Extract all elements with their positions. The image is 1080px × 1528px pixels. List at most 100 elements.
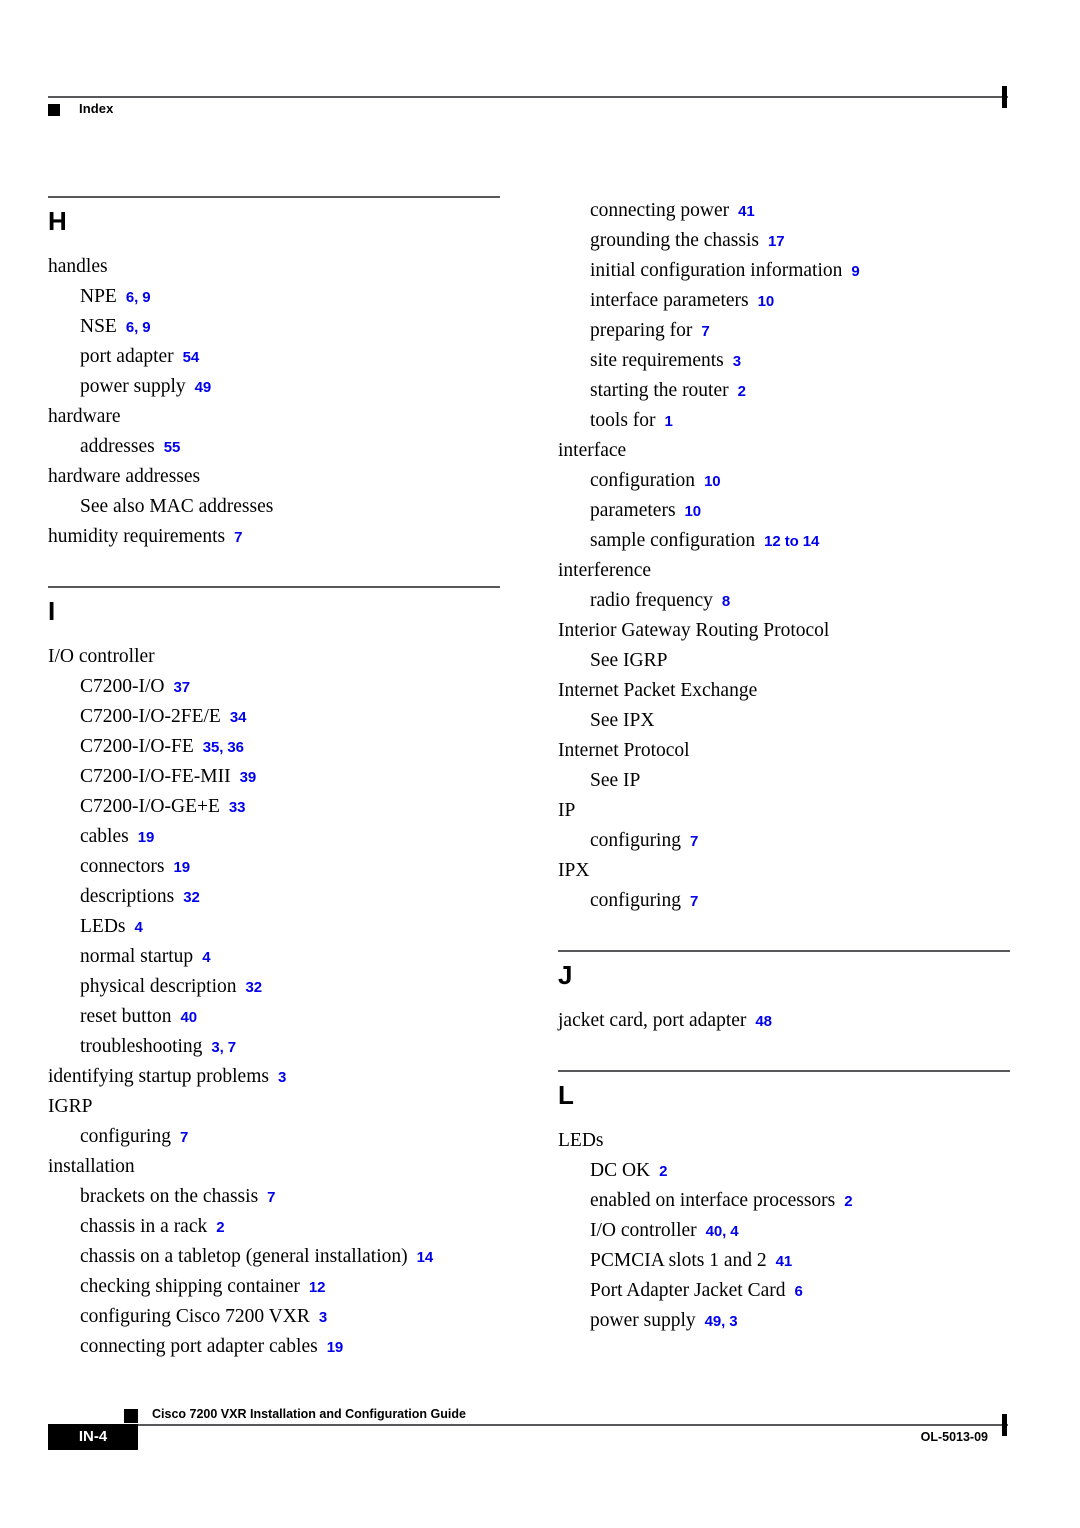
index-entry: NSE 6, 9 <box>48 312 500 342</box>
index-entry-label: NPE <box>80 286 117 307</box>
index-entry-page-numbers[interactable]: 7 <box>258 1189 275 1206</box>
index-entry-label: IPX <box>558 860 590 881</box>
index-entry-page-numbers[interactable]: 37 <box>165 679 191 696</box>
index-entry-page-numbers[interactable]: 2 <box>650 1163 667 1180</box>
index-entry-page-numbers[interactable]: 12 <box>300 1279 326 1296</box>
index-entry-label: NSE <box>80 316 117 337</box>
index-entry-label: Internet Protocol <box>558 740 690 761</box>
index-entry-page-numbers[interactable]: 54 <box>174 349 200 366</box>
index-entry-page-numbers[interactable]: 14 <box>408 1249 434 1266</box>
index-entry-page-numbers[interactable]: 10 <box>676 503 702 520</box>
index-entry-page-numbers[interactable]: 33 <box>220 799 246 816</box>
left-column: Hhandles NPE 6, 9 NSE 6, 9 port adapter 54 powe… <box>48 196 500 1362</box>
index-entry: C7200-I/O 37 <box>48 672 500 702</box>
index-entry-page-numbers[interactable]: 19 <box>129 829 155 846</box>
index-entry-label: power supply <box>590 1310 696 1331</box>
index-entry-page-numbers[interactable]: 19 <box>164 859 190 876</box>
index-entry-page-numbers[interactable]: 4 <box>126 919 143 936</box>
index-entry-label: port adapter <box>80 346 174 367</box>
index-entry-page-numbers[interactable]: 8 <box>713 593 730 610</box>
index-entry-label: grounding the chassis <box>590 230 759 251</box>
index-entry-label: configuring Cisco 7200 VXR <box>80 1306 310 1327</box>
index-entry-page-numbers[interactable]: 3, 7 <box>202 1039 236 1056</box>
letter-heading: I <box>48 596 56 626</box>
index-entry: troubleshooting 3, 7 <box>48 1032 500 1062</box>
index-entry-page-numbers[interactable]: 49, 3 <box>696 1313 738 1330</box>
index-entry-label: starting the router <box>590 380 729 401</box>
index-entry-page-numbers[interactable]: 49 <box>186 379 212 396</box>
index-entry: starting the router 2 <box>558 376 1010 406</box>
index-entry-label: connecting power <box>590 200 730 221</box>
page-header: Index <box>48 86 1008 132</box>
letter-spacer <box>558 1110 1010 1126</box>
index-entry-page-numbers[interactable]: 32 <box>237 979 263 996</box>
index-letter-section-l: L <box>558 1070 1010 1110</box>
index-entry-label: C7200-I/O <box>80 676 165 697</box>
index-entry-page-numbers[interactable]: 3 <box>310 1309 327 1326</box>
index-entry-label: configuring <box>80 1126 171 1147</box>
header-rule <box>48 96 1008 98</box>
index-entry: connecting power 41 <box>558 196 1010 226</box>
footer-rule <box>138 1424 1008 1426</box>
index-entry-page-numbers[interactable]: 3 <box>269 1069 286 1086</box>
index-entry-page-numbers[interactable]: 40 <box>172 1009 198 1026</box>
index-entry: C7200-I/O-2FE/E 34 <box>48 702 500 732</box>
index-entry-page-numbers[interactable]: 35, 36 <box>194 739 244 756</box>
index-entry-page-numbers[interactable]: 40, 4 <box>697 1223 739 1240</box>
index-entry-page-numbers[interactable]: 7 <box>681 893 698 910</box>
index-entry-page-numbers[interactable]: 2 <box>835 1193 852 1210</box>
index-entry-page-numbers[interactable]: 48 <box>746 1013 772 1030</box>
index-entry-page-numbers[interactable]: 6, 9 <box>117 319 151 336</box>
index-entry-page-numbers[interactable]: 6, 9 <box>117 289 151 306</box>
index-entry-page-numbers[interactable]: 7 <box>692 323 709 340</box>
index-entry-page-numbers[interactable]: 7 <box>225 529 242 546</box>
document-id: OL-5013-09 <box>920 1430 988 1444</box>
index-entry-page-numbers[interactable]: 34 <box>221 709 247 726</box>
index-entry-label: humidity requirements <box>48 526 226 547</box>
index-letter-section-j: J <box>558 950 1010 990</box>
index-entry-page-numbers[interactable]: 32 <box>174 889 200 906</box>
index-entry-label: site requirements <box>590 350 724 371</box>
index-entry: LEDs 4 <box>48 912 500 942</box>
index-entry: See IGRP <box>558 646 1010 676</box>
letter-divider-rule <box>558 1070 1010 1072</box>
index-entry: NPE 6, 9 <box>48 282 500 312</box>
index-entry: configuring Cisco 7200 VXR 3 <box>48 1302 500 1332</box>
index-entry-label: enabled on interface processors <box>590 1190 836 1211</box>
index-entry-page-numbers[interactable]: 19 <box>318 1339 344 1356</box>
index-entry-page-numbers[interactable]: 41 <box>767 1253 793 1270</box>
index-entry-page-numbers[interactable]: 7 <box>171 1129 188 1146</box>
index-entry-page-numbers[interactable]: 4 <box>193 949 210 966</box>
index-entry: See also MAC addresses <box>48 492 500 522</box>
index-entry-page-numbers[interactable]: 9 <box>842 263 859 280</box>
index-entry-page-numbers[interactable]: 39 <box>231 769 257 786</box>
index-entry: preparing for 7 <box>558 316 1010 346</box>
index-entry-label: I/O controller <box>590 1220 697 1241</box>
index-entry-page-numbers[interactable]: 7 <box>681 833 698 850</box>
letter-spacer <box>48 236 500 252</box>
index-entry-page-numbers[interactable]: 12 to 14 <box>755 533 819 550</box>
index-entry-label: chassis on a tabletop (general installat… <box>80 1246 408 1267</box>
index-entry-page-numbers[interactable]: 3 <box>724 353 741 370</box>
page-footer: Cisco 7200 VXR Installation and Configur… <box>48 1392 1008 1452</box>
index-entry-page-numbers[interactable]: 2 <box>207 1219 224 1236</box>
index-entry-page-numbers[interactable]: 1 <box>656 413 673 430</box>
index-entry-page-numbers[interactable]: 17 <box>759 233 785 250</box>
index-entry-label: addresses <box>80 436 155 457</box>
index-entry-page-numbers[interactable]: 6 <box>786 1283 803 1300</box>
index-entry-page-numbers[interactable]: 2 <box>729 383 746 400</box>
index-entry-label: normal startup <box>80 946 194 967</box>
index-entry-page-numbers[interactable]: 55 <box>155 439 181 456</box>
index-entry: handles <box>48 252 500 282</box>
index-entry: I/O controller 40, 4 <box>558 1216 1010 1246</box>
index-entry: port adapter 54 <box>48 342 500 372</box>
index-entry-page-numbers[interactable]: 10 <box>749 293 775 310</box>
page-number-box: IN-4 <box>48 1424 138 1450</box>
index-entry-label: checking shipping container <box>80 1276 300 1297</box>
index-entry-page-numbers[interactable]: 10 <box>695 473 721 490</box>
letter-heading: H <box>48 206 67 236</box>
square-bullet-icon <box>48 104 60 116</box>
index-entry-page-numbers[interactable]: 41 <box>729 203 755 220</box>
